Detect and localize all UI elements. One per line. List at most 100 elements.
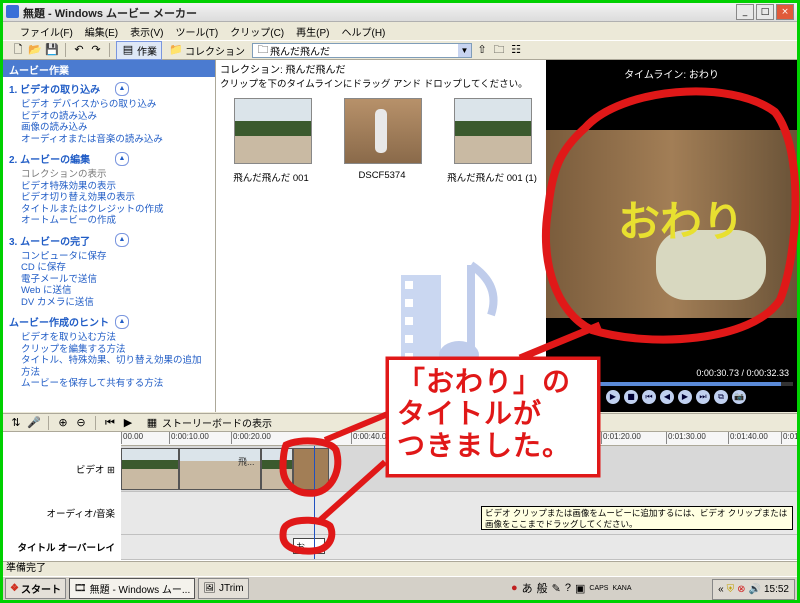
set-audio-levels-icon[interactable]: ⇅	[9, 416, 23, 430]
collection-button[interactable]: 📁 コレクション	[165, 42, 249, 59]
menu-tools[interactable]: ツール(T)	[170, 22, 223, 39]
menu-clip[interactable]: クリップ(C)	[225, 22, 289, 39]
menu-file[interactable]: ファイル(F)	[15, 22, 78, 39]
up-level-icon[interactable]: ⇧	[475, 43, 489, 57]
task-link[interactable]: ビデオの読み込み	[9, 111, 209, 123]
collection-folder-icon: 🗀	[257, 43, 269, 56]
task-link[interactable]: コンピュータに保存	[9, 251, 209, 263]
title-bar: 無題 - Windows ムービー メーカー _ □ ×	[3, 3, 797, 22]
maximize-button[interactable]: □	[756, 4, 774, 20]
new-folder-icon[interactable]: 🗀	[492, 43, 506, 57]
rewind-button[interactable]: ⏮	[642, 390, 656, 404]
task-link[interactable]: ビデオ切り替え効果の表示	[9, 192, 209, 204]
clip-label: 飛...	[238, 457, 255, 467]
taskbar-movie-maker[interactable]: 🎞 無題 - Windows ムー...	[68, 578, 196, 599]
ime-pad-icon[interactable]: ✎	[552, 582, 561, 595]
ime-properties-icon[interactable]: ▣	[575, 582, 585, 595]
collapse-icon[interactable]: ▲	[115, 81, 129, 96]
timeline-clip[interactable]	[261, 448, 293, 490]
show-storyboard-button[interactable]: ▦ ストーリーボードの表示	[145, 415, 272, 431]
task-label: 無題 - Windows ムー...	[89, 585, 191, 596]
playhead[interactable]	[314, 446, 315, 559]
timeline-clip[interactable]: 飛...	[179, 448, 261, 490]
task-link[interactable]: オーディオまたは音楽の読み込み	[9, 134, 209, 146]
security-shield-icon[interactable]: ⛨	[727, 584, 735, 595]
task-link[interactable]: タイトル、特殊効果、切り替え効果の追加方法	[9, 355, 209, 378]
task-link[interactable]: ビデオを取り込む方法	[9, 332, 209, 344]
ruler-tick: 00.00	[121, 432, 143, 444]
stop-button[interactable]: ■	[624, 390, 638, 404]
task-link[interactable]: ムービーを保存して共有する方法	[9, 378, 209, 390]
task-link[interactable]: ビデオ デバイスからの取り込み	[9, 99, 209, 111]
play-timeline-icon[interactable]: ▶	[121, 416, 135, 430]
ime-conversion[interactable]: 般	[537, 580, 548, 596]
collapse-icon[interactable]: ▲	[115, 151, 129, 166]
task-label: JTrim	[218, 583, 244, 594]
app-window: 無題 - Windows ムービー メーカー _ □ × ファイル(F) 編集(…	[3, 3, 797, 600]
timeline-clip[interactable]	[293, 448, 329, 490]
title-clip[interactable]: お...	[293, 538, 325, 554]
task-link[interactable]: ビデオ特殊効果の表示	[9, 181, 209, 193]
menu-view[interactable]: 表示(V)	[125, 22, 168, 39]
ime-mode[interactable]: あ	[522, 580, 533, 596]
rewind-timeline-icon[interactable]: ⏮	[103, 416, 117, 430]
open-project-icon[interactable]: 📂	[28, 43, 42, 57]
play-button[interactable]: ▶	[606, 390, 620, 404]
redo-icon[interactable]: ↷	[89, 43, 103, 57]
task-link[interactable]: Web に送信	[9, 285, 209, 297]
alert-icon[interactable]: ⊗	[737, 584, 745, 595]
ime-help-icon[interactable]: ?	[565, 582, 571, 594]
close-button[interactable]: ×	[776, 4, 794, 20]
zoom-out-icon[interactable]: ⊖	[74, 416, 88, 430]
next-frame-button[interactable]: ▶	[678, 390, 692, 404]
work-button[interactable]: ▤ 作業	[116, 40, 162, 60]
previous-frame-button[interactable]: ◀	[660, 390, 674, 404]
clip-label: 飛んだ飛んだ 001 (1)	[447, 173, 537, 184]
menu-play[interactable]: 再生(P)	[291, 22, 334, 39]
start-button[interactable]: ❖ スタート	[5, 578, 66, 599]
save-project-icon[interactable]: 💾	[45, 43, 59, 57]
section-title: 2. ムービーの編集	[9, 155, 91, 166]
task-link[interactable]: 電子メールで送信	[9, 274, 209, 286]
clip-thumbnail[interactable]	[234, 98, 312, 164]
toolbar: 🗋 📂 💾 ↶ ↷ ▤ 作業 📁 コレクション 🗀 飛んだ飛んだ ▼ ⇧ 🗀 ☷	[3, 40, 797, 60]
task-pane-header: ムービー作業	[3, 60, 215, 77]
collection-dropdown-value: 飛んだ飛んだ	[270, 46, 330, 58]
expand-icon[interactable]: ⊞	[107, 465, 115, 476]
drag-hint-tooltip: ビデオ クリップまたは画像をムービーに追加するには、ビデオ クリップまたは画像を…	[481, 506, 793, 530]
task-link[interactable]: 画像の読み込み	[9, 122, 209, 134]
taskbar-jtrim[interactable]: 🖼 JTrim	[198, 578, 249, 599]
ruler-tick: 0:00:20.00	[231, 432, 271, 444]
new-project-icon[interactable]: 🗋	[11, 43, 25, 57]
menu-edit[interactable]: 編集(E)	[80, 22, 123, 39]
task-section-finish: 3. ムービーの完了 ▲ コンピュータに保存 CD に保存 電子メールで送信 We…	[3, 229, 215, 311]
forward-button[interactable]: ⏭	[696, 390, 710, 404]
views-icon[interactable]: ☷	[509, 43, 523, 57]
minimize-button[interactable]: _	[736, 4, 754, 20]
ime-lang-icon[interactable]: ●	[511, 582, 518, 594]
chevron-down-icon: ▼	[458, 43, 471, 57]
clip-thumbnail[interactable]	[344, 98, 422, 164]
task-link[interactable]: DV カメラに送信	[9, 297, 209, 309]
tray-expand-icon[interactable]: «	[718, 584, 724, 595]
split-button[interactable]: ⧉	[714, 390, 728, 404]
menu-help[interactable]: ヘルプ(H)	[336, 22, 390, 39]
collection-dropdown[interactable]: 🗀 飛んだ飛んだ ▼	[252, 42, 472, 58]
zoom-in-icon[interactable]: ⊕	[56, 416, 70, 430]
undo-icon[interactable]: ↶	[72, 43, 86, 57]
clip-thumbnail[interactable]	[454, 98, 532, 164]
snapshot-button[interactable]: 📷	[732, 390, 746, 404]
collapse-icon[interactable]: ▲	[115, 314, 129, 329]
timeline-clip[interactable]	[121, 448, 179, 490]
task-link[interactable]: オートムービーの作成	[9, 215, 209, 227]
volume-icon[interactable]: 🔊	[749, 584, 761, 595]
task-link[interactable]: クリップを編集する方法	[9, 344, 209, 356]
collapse-icon[interactable]: ▲	[115, 233, 129, 247]
preview-title: タイムライン: おわり	[624, 70, 719, 81]
task-link[interactable]: タイトルまたはクレジットの作成	[9, 204, 209, 216]
narrate-icon[interactable]: 🎤	[27, 416, 41, 430]
title-overlay-track[interactable]: お...	[121, 535, 797, 560]
task-link[interactable]: CD に保存	[9, 262, 209, 274]
tasks-icon: ▤	[122, 43, 134, 56]
window-title: 無題 - Windows ムービー メーカー	[23, 8, 198, 20]
